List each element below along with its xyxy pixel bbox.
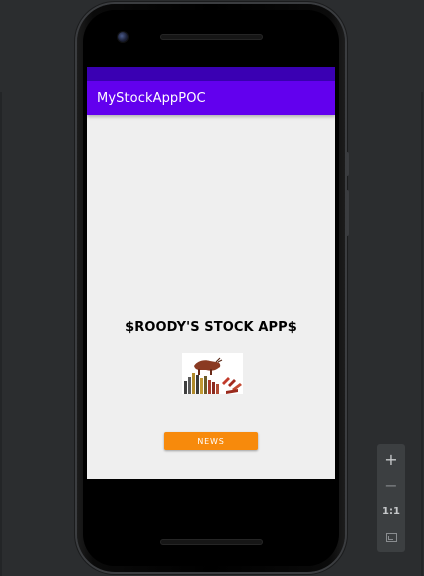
emulator-zoom-toolbar: + − 1:1 — [377, 444, 405, 552]
fit-screen-button[interactable] — [377, 525, 405, 549]
earpiece-speaker — [160, 34, 263, 40]
left-edge-divider — [0, 92, 2, 576]
volume-button[interactable] — [345, 190, 349, 236]
emulator-stage: MyStockAppPOC $ROODY'S STOCK APP$ NEWS +… — [0, 0, 424, 576]
actual-size-button[interactable]: 1:1 — [377, 499, 405, 523]
bull-market-illustration — [182, 353, 243, 394]
page-headline: $ROODY'S STOCK APP$ — [125, 320, 297, 335]
zoom-out-button[interactable]: − — [377, 473, 405, 497]
fit-screen-icon — [385, 532, 397, 542]
app-bar: MyStockAppPOC — [87, 81, 335, 115]
bull-market-icon — [182, 353, 243, 394]
status-bar — [87, 67, 335, 81]
right-edge-divider — [421, 92, 423, 576]
power-button[interactable] — [345, 152, 349, 176]
news-button[interactable]: NEWS — [164, 432, 258, 450]
bottom-speaker — [160, 539, 263, 545]
zoom-in-button[interactable]: + — [377, 447, 405, 471]
app-title: MyStockAppPOC — [97, 90, 206, 106]
main-content: $ROODY'S STOCK APP$ NEWS — [87, 115, 335, 479]
front-camera-icon — [118, 32, 128, 42]
device-screen: MyStockAppPOC $ROODY'S STOCK APP$ NEWS — [87, 67, 335, 479]
